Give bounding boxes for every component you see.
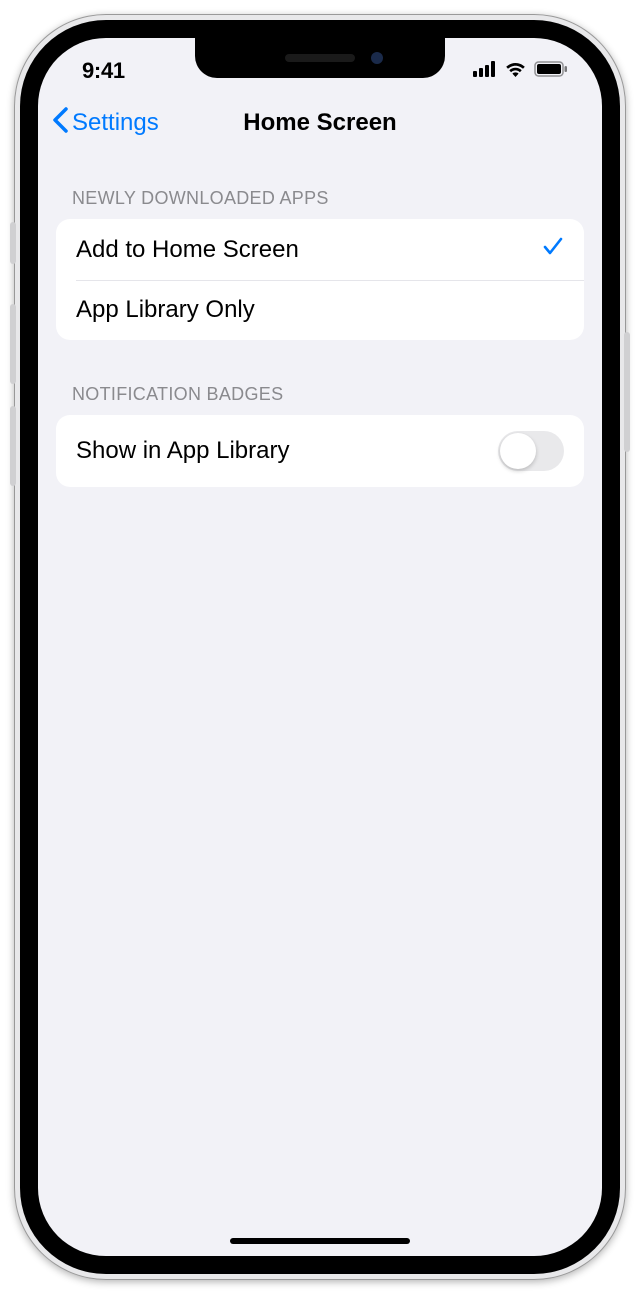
content-area: NEWLY DOWNLOADED APPS Add to Home Screen… <box>38 152 602 487</box>
section-header-notification-badges: NOTIFICATION BADGES <box>38 384 602 415</box>
toggle-knob <box>500 433 536 469</box>
status-icons <box>473 61 568 82</box>
notch <box>195 38 445 78</box>
option-add-to-home-screen[interactable]: Add to Home Screen <box>56 219 584 280</box>
speaker-grille <box>285 54 355 62</box>
toggle-label: Show in App Library <box>76 437 289 465</box>
home-indicator[interactable] <box>230 1238 410 1244</box>
group-notification-badges: Show in App Library <box>56 415 584 487</box>
option-label: Add to Home Screen <box>76 236 299 264</box>
wifi-icon <box>504 61 527 82</box>
phone-frame: 9:41 <box>14 14 626 1280</box>
screen: 9:41 <box>38 38 602 1256</box>
phone-bezel: 9:41 <box>20 20 620 1274</box>
option-label: App Library Only <box>76 296 255 324</box>
chevron-left-icon <box>52 107 68 140</box>
group-newly-downloaded: Add to Home Screen App Library Only <box>56 219 584 340</box>
volume-down-button <box>10 406 16 486</box>
row-show-in-app-library[interactable]: Show in App Library <box>56 415 584 487</box>
option-app-library-only[interactable]: App Library Only <box>56 280 584 340</box>
cellular-signal-icon <box>473 61 497 82</box>
front-camera <box>371 52 383 64</box>
mute-switch <box>10 222 16 264</box>
power-button <box>624 332 630 452</box>
status-time: 9:41 <box>82 58 125 84</box>
battery-icon <box>534 61 568 82</box>
checkmark-icon <box>542 235 564 264</box>
page-title: Home Screen <box>243 109 396 137</box>
section-header-newly-downloaded: NEWLY DOWNLOADED APPS <box>38 188 602 219</box>
toggle-show-in-app-library[interactable] <box>498 431 564 471</box>
volume-up-button <box>10 304 16 384</box>
back-label: Settings <box>72 109 159 137</box>
back-button[interactable]: Settings <box>52 107 159 140</box>
navigation-bar: Settings Home Screen <box>38 94 602 152</box>
